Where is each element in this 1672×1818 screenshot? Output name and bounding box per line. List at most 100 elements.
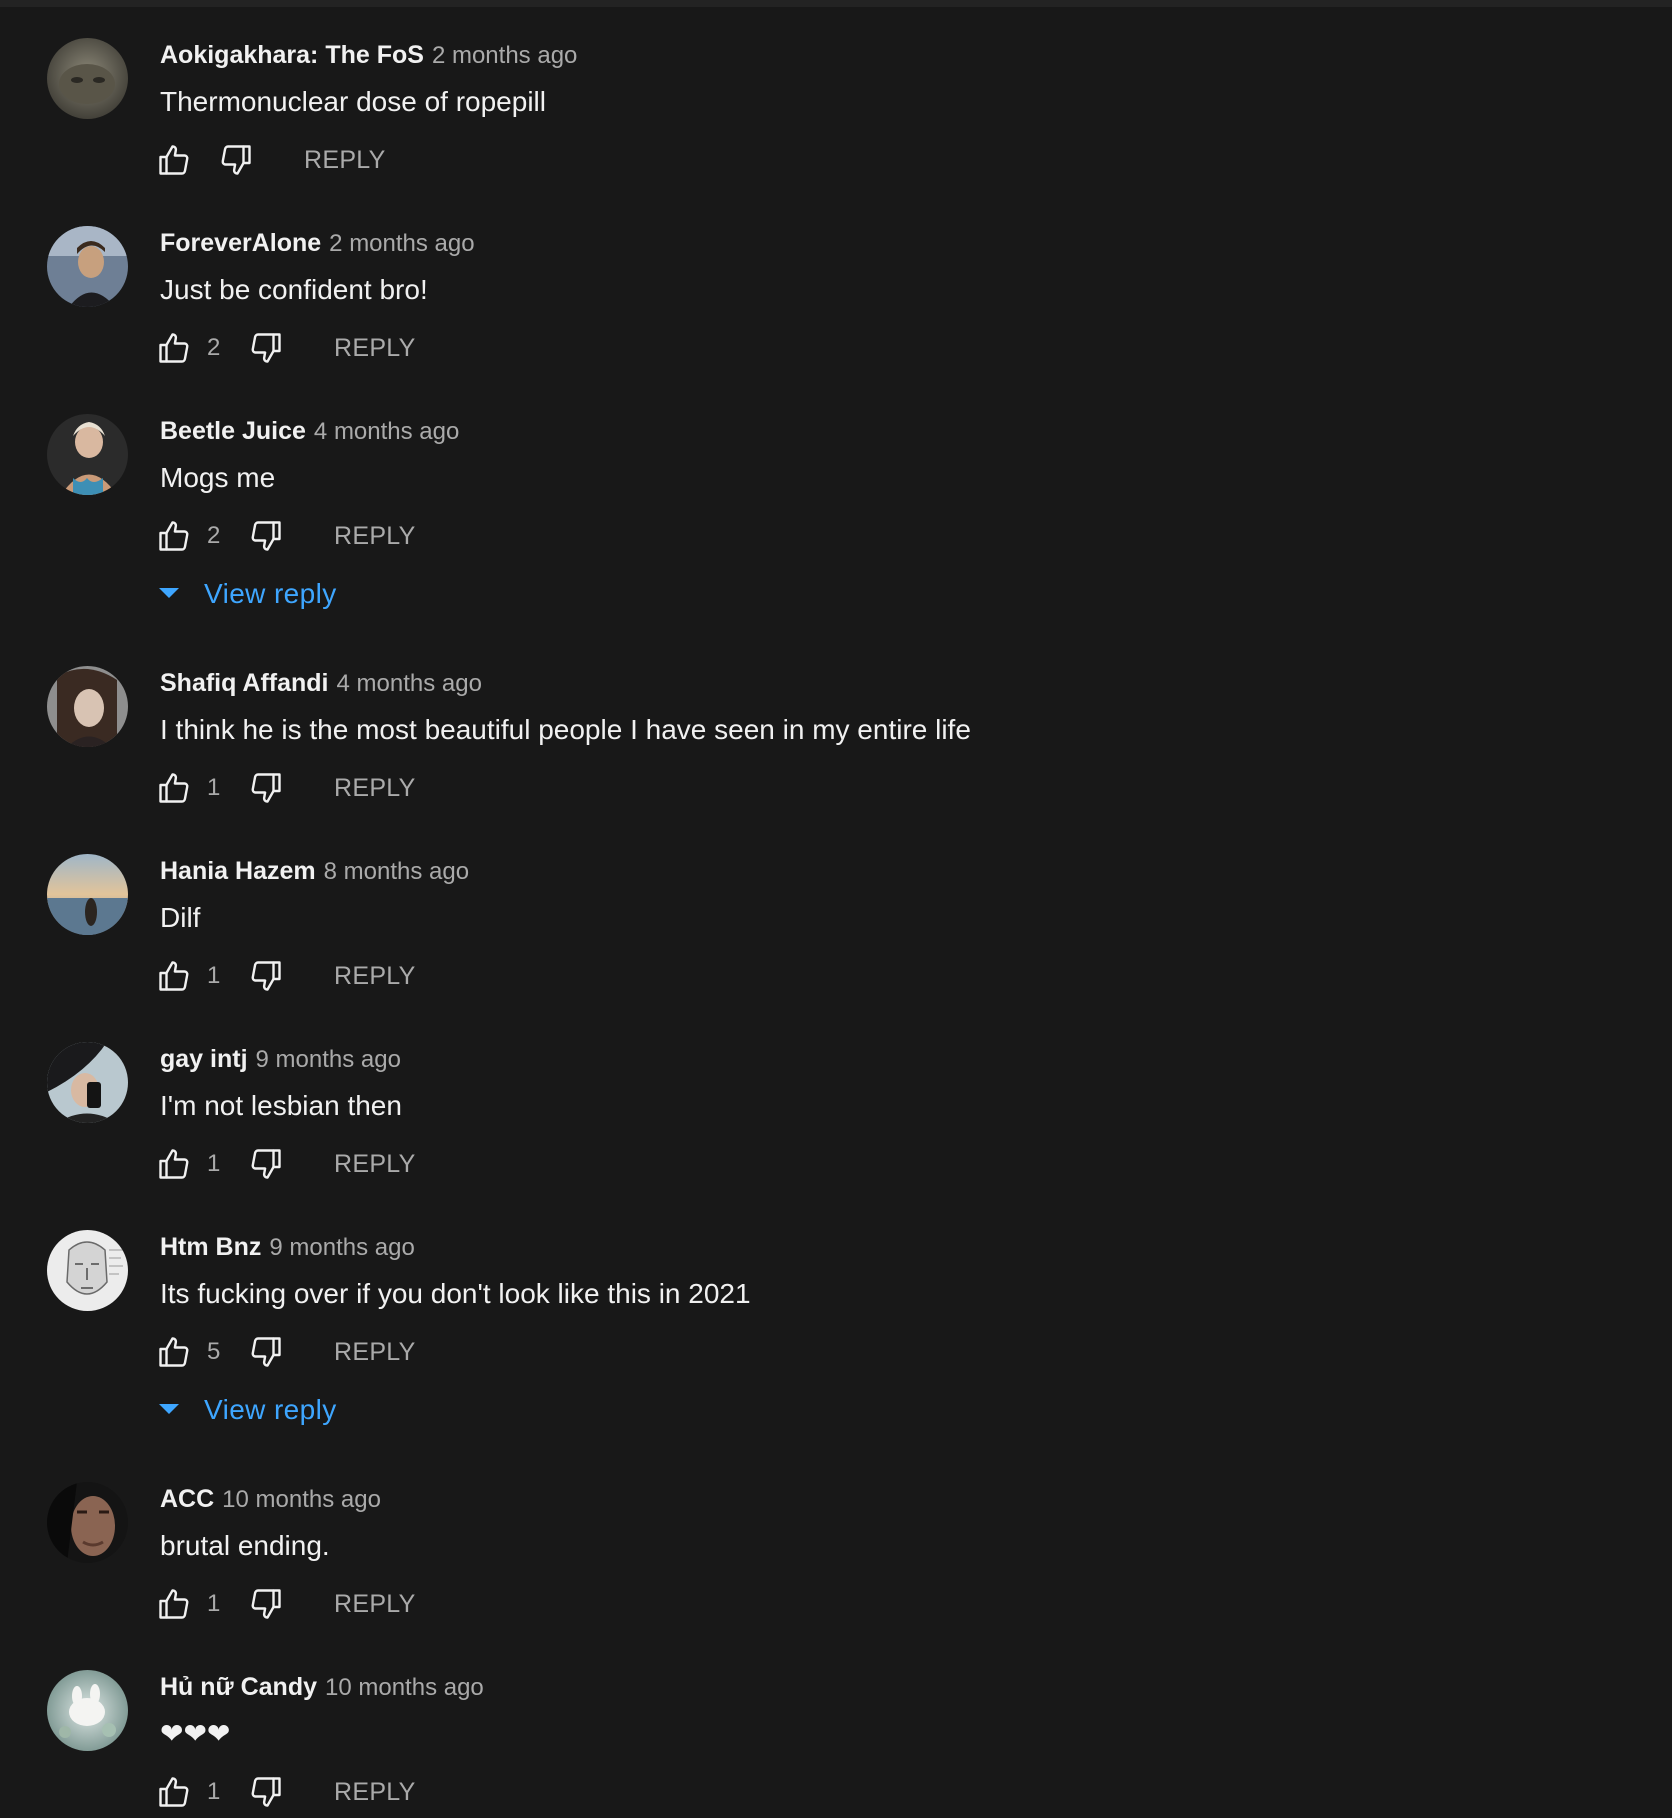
reply-button[interactable]: REPLY (334, 520, 416, 552)
comment-timestamp[interactable]: 10 months ago (325, 1674, 484, 1701)
thumb-down-icon (251, 1337, 281, 1367)
dislike-button[interactable] (248, 1586, 284, 1622)
thumb-down-icon (221, 145, 251, 175)
dislike-button[interactable] (248, 518, 284, 554)
comment-actions: 1 REPLY (156, 1770, 756, 1814)
comment-text: Mogs me (160, 462, 276, 493)
comment-actions: 2 REPLY (156, 514, 756, 558)
comment-actions: 1 REPLY (156, 1142, 756, 1186)
comment-author[interactable]: Htm Bnz (160, 1233, 261, 1261)
comment-timestamp[interactable]: 2 months ago (329, 230, 474, 257)
avatar[interactable] (47, 666, 128, 747)
comment-text: Just be confident bro! (160, 274, 428, 305)
thumb-down-icon (251, 1149, 281, 1179)
like-count: 1 (207, 774, 221, 801)
comment-text: Thermonuclear dose of ropepill (160, 86, 546, 117)
like-count: 1 (207, 1150, 221, 1177)
thumb-down-icon (251, 333, 281, 363)
dislike-button[interactable] (248, 1146, 284, 1182)
like-button[interactable] (156, 1334, 192, 1370)
like-button[interactable] (156, 770, 192, 806)
avatar[interactable] (47, 38, 128, 119)
reply-button[interactable]: REPLY (304, 144, 386, 176)
like-button[interactable] (156, 1774, 192, 1810)
comment-author[interactable]: Aokigakhara: The FoS (160, 41, 424, 69)
thumb-down-icon (251, 1589, 281, 1619)
thumb-up-icon (159, 961, 189, 991)
like-count: 1 (207, 1590, 221, 1617)
avatar[interactable] (47, 226, 128, 307)
thumb-up-icon (159, 1149, 189, 1179)
comment-timestamp[interactable]: 9 months ago (256, 1046, 401, 1073)
view-replies-label: View reply (204, 1394, 337, 1425)
comment-timestamp[interactable]: 10 months ago (222, 1486, 381, 1513)
like-count: 1 (207, 962, 221, 989)
comment-actions: 1 REPLY (156, 1582, 756, 1626)
like-count: 2 (207, 334, 221, 361)
comment-text: Dilf (160, 902, 201, 933)
thumb-up-icon (159, 773, 189, 803)
comment-actions: 1 REPLY (156, 766, 756, 810)
reply-button[interactable]: REPLY (334, 1336, 416, 1368)
comment-text: ❤❤❤ (160, 1718, 231, 1749)
comment-timestamp[interactable]: 4 months ago (337, 670, 482, 697)
thumb-up-icon (159, 333, 189, 363)
reply-button[interactable]: REPLY (334, 960, 416, 992)
reply-button[interactable]: REPLY (334, 1148, 416, 1180)
comment-timestamp[interactable]: 4 months ago (314, 418, 459, 445)
dislike-button[interactable] (248, 958, 284, 994)
like-button[interactable] (156, 1146, 192, 1182)
comment-timestamp[interactable]: 9 months ago (269, 1234, 414, 1261)
comment-author[interactable]: Beetle Juice (160, 417, 306, 445)
like-count: 5 (207, 1338, 221, 1365)
dislike-button[interactable] (248, 1334, 284, 1370)
avatar[interactable] (47, 854, 128, 935)
reply-button[interactable]: REPLY (334, 332, 416, 364)
reply-button[interactable]: REPLY (334, 1776, 416, 1808)
dislike-button[interactable] (248, 330, 284, 366)
like-button[interactable] (156, 142, 192, 178)
comment-author[interactable]: ForeverAlone (160, 229, 321, 257)
avatar[interactable] (47, 1042, 128, 1123)
comment-text: brutal ending. (160, 1530, 330, 1561)
thumb-up-icon (159, 1337, 189, 1367)
comment-author[interactable]: ACC (160, 1485, 214, 1513)
comment-actions: 5 REPLY (156, 1330, 756, 1374)
comment-actions: 1 REPLY (156, 954, 756, 998)
comment-text: I'm not lesbian then (160, 1090, 402, 1121)
thumb-up-icon (159, 1777, 189, 1807)
comment-text: I think he is the most beautiful people … (160, 714, 971, 745)
reply-button[interactable]: REPLY (334, 772, 416, 804)
comment-text: Its fucking over if you don't look like … (160, 1278, 751, 1309)
comment-author[interactable]: Hủ nữ Candy (160, 1673, 317, 1701)
like-count: 1 (207, 1778, 221, 1805)
avatar[interactable] (47, 1230, 128, 1311)
thumb-up-icon (159, 521, 189, 551)
comment-timestamp[interactable]: 2 months ago (432, 42, 577, 69)
like-button[interactable] (156, 518, 192, 554)
comment-actions: REPLY (156, 138, 756, 182)
caret-down-icon (159, 588, 179, 598)
thumb-down-icon (251, 521, 281, 551)
reply-button[interactable]: REPLY (334, 1588, 416, 1620)
avatar[interactable] (47, 414, 128, 495)
like-button[interactable] (156, 330, 192, 366)
thumb-up-icon (159, 145, 189, 175)
view-replies-label: View reply (204, 578, 337, 609)
comment-author[interactable]: gay intj (160, 1045, 248, 1073)
thumb-down-icon (251, 773, 281, 803)
dislike-button[interactable] (218, 142, 254, 178)
like-count: 2 (207, 522, 221, 549)
like-button[interactable] (156, 958, 192, 994)
comment-author[interactable]: Shafiq Affandi (160, 669, 329, 697)
dislike-button[interactable] (248, 770, 284, 806)
dislike-button[interactable] (248, 1774, 284, 1810)
caret-down-icon (159, 1404, 179, 1414)
comment-timestamp[interactable]: 8 months ago (324, 858, 469, 885)
avatar[interactable] (47, 1482, 128, 1563)
comment-author[interactable]: Hania Hazem (160, 857, 316, 885)
thumb-up-icon (159, 1589, 189, 1619)
top-divider (0, 0, 1672, 7)
like-button[interactable] (156, 1586, 192, 1622)
avatar[interactable] (47, 1670, 128, 1751)
